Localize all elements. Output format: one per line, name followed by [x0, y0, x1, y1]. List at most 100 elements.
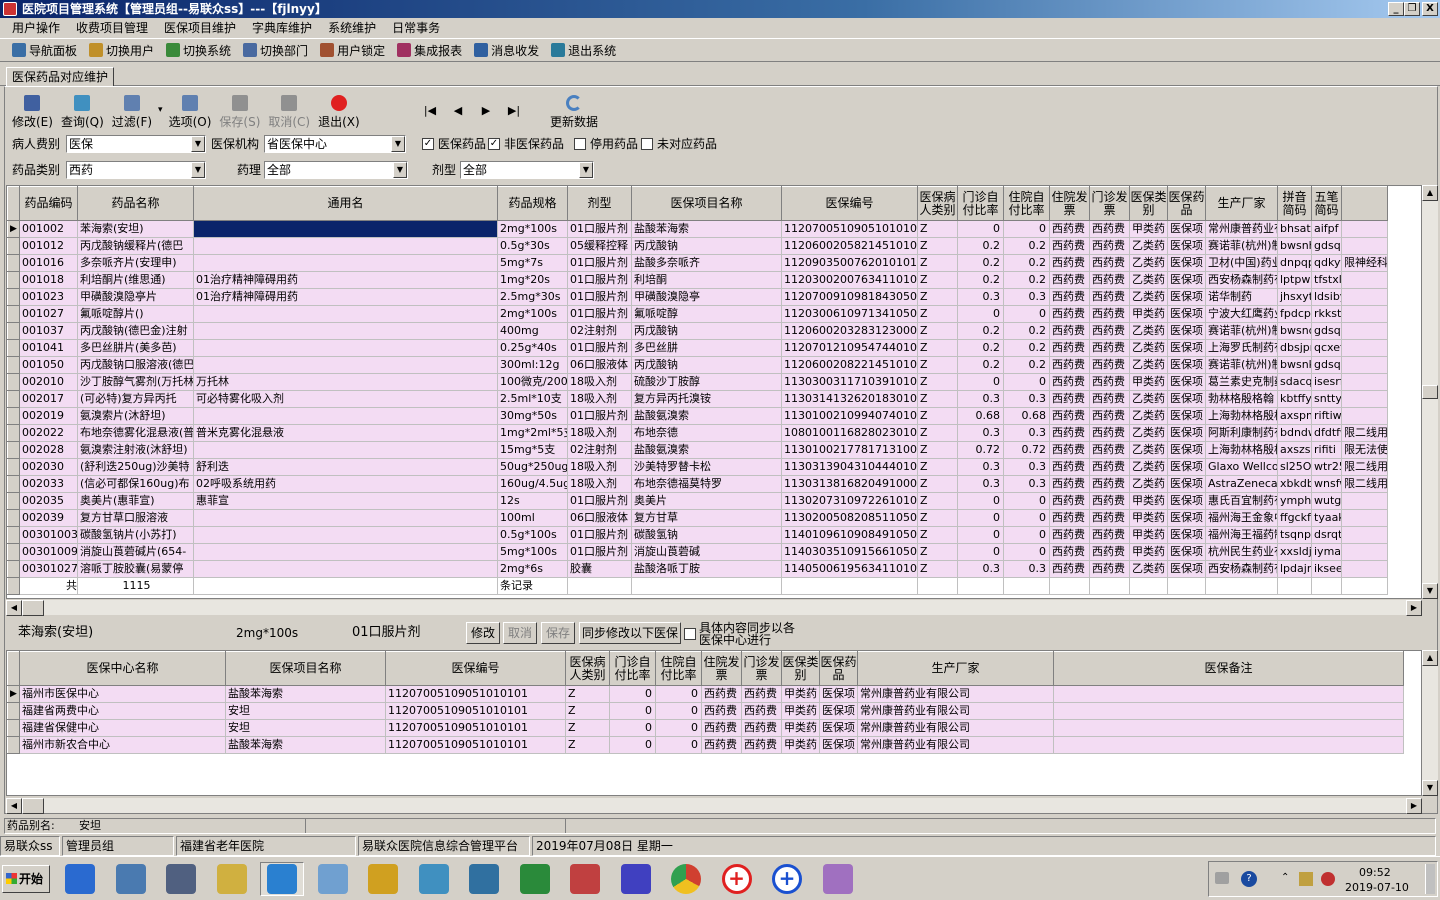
table-cell[interactable]: 1mg*20s — [497, 271, 568, 289]
table-cell[interactable]: 西药费 — [1089, 288, 1130, 306]
table-cell[interactable]: 西药费 — [1089, 390, 1130, 408]
table-cell[interactable]: 11203002007634110101 — [781, 271, 918, 289]
table-cell[interactable]: 多奈哌齐片(安理申) — [77, 254, 194, 272]
table-cell[interactable]: 西药费 — [1049, 458, 1090, 476]
taskbar-sql-query-button[interactable] — [109, 862, 153, 896]
refresh-data-button[interactable]: 更新数据 — [546, 92, 602, 130]
toolbar-button-exit-system[interactable]: 退出系统 — [545, 39, 622, 61]
column-header[interactable]: 医保中心名称 — [19, 651, 226, 686]
table-cell[interactable]: 惠菲宣 — [193, 492, 498, 510]
keyboard-icon[interactable] — [1215, 872, 1229, 884]
table-cell[interactable] — [1341, 373, 1388, 391]
table-cell[interactable]: 0 — [957, 526, 1004, 544]
table-cell[interactable]: Z — [917, 254, 958, 272]
table-cell[interactable]: 甲类药 — [1129, 526, 1168, 544]
table-cell[interactable]: 多巴丝肼片(美多芭) — [77, 339, 194, 357]
table-row[interactable]: 001012 丙戊酸钠缓释片(德巴 0.5g*30s 05缓释控释 丙戊酸钠 112060… — [7, 237, 1388, 255]
table-cell[interactable]: 0.2 — [957, 322, 1004, 340]
table-cell[interactable]: 001016 — [19, 254, 78, 272]
table-cell[interactable]: 西药费 — [701, 702, 742, 720]
table-cell[interactable]: 消旋山莨菪碱 — [631, 543, 782, 561]
column-header[interactable] — [1341, 186, 1388, 221]
table-cell[interactable]: ikseeg — [1311, 560, 1342, 578]
table-cell[interactable]: sl25Ot — [1277, 458, 1312, 476]
table-cell[interactable]: 西药费 — [1089, 373, 1130, 391]
table-cell[interactable]: 001018 — [19, 271, 78, 289]
table-cell[interactable]: 利培酮 — [631, 271, 782, 289]
action-search-button[interactable]: 查询(Q) — [57, 92, 108, 130]
table-cell[interactable]: 氨溴索注射液(沐舒坦) — [77, 441, 194, 459]
table-cell[interactable]: 002033 — [19, 475, 78, 493]
tray-expand-icon[interactable]: ⌃ — [1281, 872, 1289, 883]
table-row[interactable]: 00301027 溶哌丁胺胶囊(易蒙停 2mg*6s 胶囊 盐酸洛哌丁胺 11405006… — [7, 560, 1388, 578]
table-cell[interactable]: 盐酸氨溴索 — [631, 407, 782, 425]
table-cell[interactable]: 碳酸氢钠 — [631, 526, 782, 544]
table-cell[interactable]: Z — [917, 526, 958, 544]
table-cell[interactable]: 甲类药 — [781, 685, 820, 703]
table-cell[interactable]: 0 — [655, 719, 702, 737]
table-cell[interactable]: 西药费 — [1049, 526, 1090, 544]
table-cell[interactable]: 赛诺菲(杭州)制药 — [1205, 356, 1278, 374]
table-cell[interactable]: 西药费 — [1049, 373, 1090, 391]
table-cell[interactable]: 01治疗精神障碍用药 — [193, 288, 498, 306]
table-cell[interactable]: 甲类药 — [1129, 373, 1168, 391]
table-cell[interactable]: 西安杨森制药有限 — [1205, 560, 1278, 578]
table-cell[interactable]: 11207012109547440102 — [781, 339, 918, 357]
table-cell[interactable]: 医保项 — [1167, 356, 1206, 374]
restore-button[interactable]: ❐ — [1404, 2, 1420, 16]
table-cell[interactable]: 消旋山莨菪碱片(654- — [77, 543, 194, 561]
table-cell[interactable]: 乙类药 — [1129, 356, 1168, 374]
table-cell[interactable]: 01口服片剂 — [567, 271, 632, 289]
table-cell[interactable]: 01口服片剂 — [567, 254, 632, 272]
table-cell[interactable]: 1mg*2ml*5支 — [497, 424, 568, 442]
table-cell[interactable]: 西药费 — [1089, 543, 1130, 561]
table-cell[interactable]: 医保项 — [1167, 441, 1206, 459]
table-cell[interactable]: 002028 — [19, 441, 78, 459]
table-cell[interactable]: 医保项 — [1167, 407, 1206, 425]
table-cell[interactable]: 0 — [957, 373, 1004, 391]
show-desktop-button[interactable] — [1425, 864, 1435, 894]
table-cell[interactable]: 400mg — [497, 322, 568, 340]
table-cell[interactable]: 02呼吸系统用药 — [193, 475, 498, 493]
table-cell[interactable]: 溶哌丁胺胶囊(易蒙停 — [77, 560, 194, 578]
action-filter-button[interactable]: 过滤(F) — [108, 92, 156, 130]
table-cell[interactable]: 医保项 — [1167, 305, 1206, 323]
table-cell[interactable]: 限神经科 — [1341, 254, 1388, 272]
table-cell[interactable]: 奥美片(惠菲宣) — [77, 492, 194, 510]
table-cell[interactable]: 丙戊酸钠 — [631, 322, 782, 340]
table-cell[interactable]: 丙戊酸钠 — [631, 356, 782, 374]
table-cell[interactable]: 2mg*100s — [497, 220, 568, 238]
table-cell[interactable]: 福州市新农合中心 — [19, 736, 226, 754]
table-cell[interactable]: 复方甘草 — [631, 509, 782, 527]
column-header[interactable]: 医保药品 — [1167, 186, 1206, 221]
table-cell[interactable]: 100ml — [497, 509, 568, 527]
table-cell[interactable]: gdsqke — [1311, 356, 1342, 374]
table-cell[interactable]: 丙戊酸钠缓释片(德巴 — [77, 237, 194, 255]
table-cell[interactable]: 杭州民生药业有限 — [1205, 543, 1278, 561]
table-cell[interactable]: 医保项 — [1167, 424, 1206, 442]
scroll-down-icon[interactable]: ▼ — [1422, 583, 1438, 599]
column-header[interactable]: 通用名 — [193, 186, 498, 221]
table-cell[interactable]: 乙类药 — [1129, 237, 1168, 255]
column-header[interactable]: 住院自付比率 — [1003, 186, 1050, 221]
taskbar-folder-button[interactable] — [210, 862, 254, 896]
table-cell[interactable]: 西药费 — [1049, 288, 1090, 306]
table-cell[interactable]: 常州康普药业有限公司 — [857, 685, 1054, 703]
tab-insurance-drug-mapping[interactable]: 医保药品对应维护 — [6, 67, 115, 87]
table-cell[interactable]: 限二线用 — [1341, 475, 1388, 493]
table-cell[interactable]: 01口服片剂 — [567, 339, 632, 357]
table-cell[interactable]: 多巴丝肼 — [631, 339, 782, 357]
toolbar-button-switch-department[interactable]: 切换部门 — [237, 39, 314, 61]
table-cell[interactable]: 11207009109818430501 — [781, 288, 918, 306]
table-cell[interactable]: Z — [917, 322, 958, 340]
table-cell[interactable]: 惠氏百宜制药有限 — [1205, 492, 1278, 510]
table-cell[interactable]: qcxetu — [1311, 339, 1342, 357]
table-cell[interactable]: 002030 — [19, 458, 78, 476]
table-cell[interactable]: 西药费 — [741, 719, 782, 737]
table-cell[interactable]: 06口服液体 — [567, 356, 632, 374]
table-row[interactable]: 002033 (信必可都保160ug)布 02呼吸系统用药 160ug/4.5ug 18… — [7, 475, 1388, 493]
table-cell[interactable] — [1341, 526, 1388, 544]
table-cell[interactable]: 甲类药 — [1129, 543, 1168, 561]
table-cell[interactable]: 西药费 — [1049, 543, 1090, 561]
unmatched-drug-checkbox[interactable] — [641, 138, 653, 150]
